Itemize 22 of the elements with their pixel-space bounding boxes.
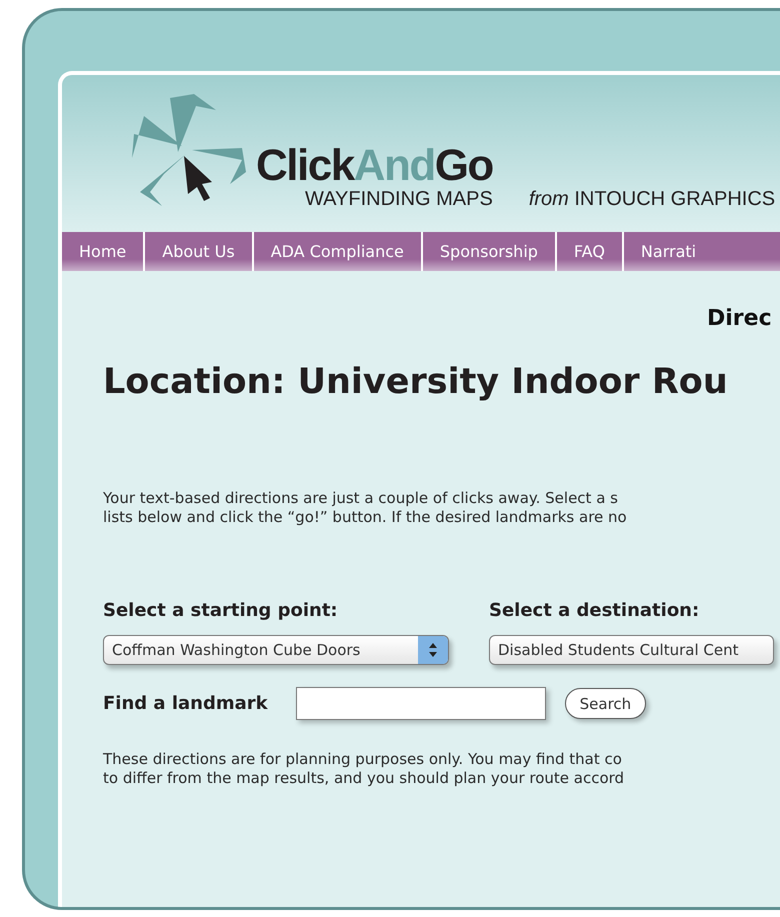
search-button[interactable]: Search bbox=[564, 688, 646, 719]
find-label: Find a landmark bbox=[103, 693, 268, 714]
stepper-icon bbox=[418, 636, 448, 664]
disclaimer-paragraph: These directions are for planning purposes only. You may find that co to differ from the map results, and you should plan your route accord bbox=[103, 750, 626, 788]
nav-link[interactable]: ADA Compliance bbox=[254, 232, 423, 271]
nav-link[interactable]: About Us bbox=[145, 232, 254, 271]
nav-link[interactable]: Home bbox=[62, 232, 146, 271]
nav-link[interactable]: Sponsorship bbox=[422, 232, 557, 271]
logo-tagline: WAYFINDING MAPS bbox=[305, 188, 493, 210]
nav-link[interactable]: FAQ bbox=[556, 232, 624, 271]
start-select[interactable]: Coffman Washington Cube Doors bbox=[103, 635, 449, 665]
nav-link[interactable]: Narrati bbox=[624, 232, 714, 271]
destination-select[interactable]: Disabled Students Cultural Cent bbox=[489, 635, 774, 665]
landmark-input[interactable] bbox=[296, 687, 546, 720]
location-title: Location: University Indoor Rou bbox=[103, 361, 729, 404]
logo-wordmark: ClickAndGo bbox=[256, 144, 493, 188]
pinwheel-cursor-icon bbox=[130, 94, 248, 206]
destination-label: Select a destination: bbox=[489, 600, 700, 621]
intro-paragraph: Your text-based directions are just a couple of clicks away. Select a s lists below and click the “go!” button. If the desired landmarks are no bbox=[103, 489, 628, 527]
section-heading: Direc bbox=[706, 305, 773, 333]
start-label: Select a starting point: bbox=[103, 600, 339, 621]
publisher-text: from INTOUCH GRAPHICS bbox=[528, 188, 776, 210]
